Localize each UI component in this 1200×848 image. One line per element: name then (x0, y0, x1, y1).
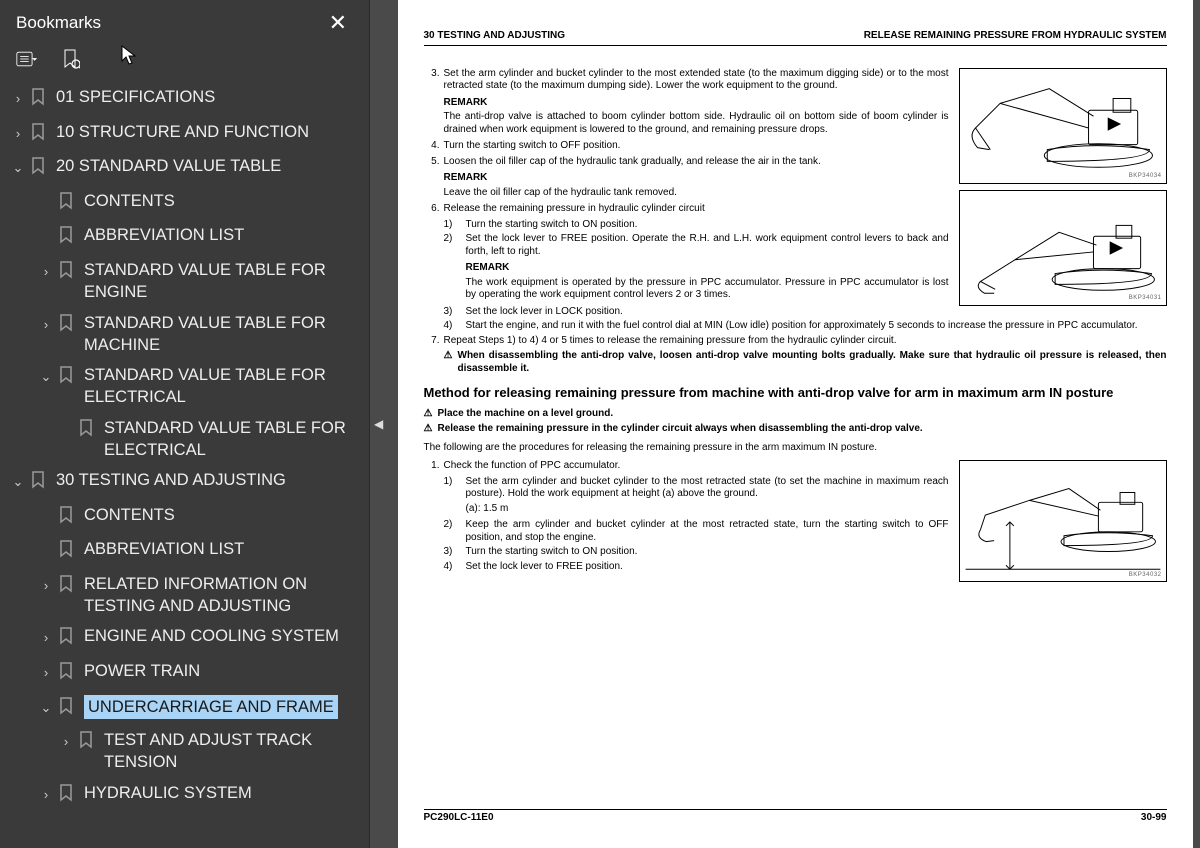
bookmark-icon (58, 540, 76, 565)
page-footer-left: PC290LC-11E0 (424, 812, 494, 825)
panel-divider[interactable]: ◀ (370, 0, 390, 848)
bookmark-label: 10 STRUCTURE AND FUNCTION (56, 121, 309, 143)
bookmark-label: CONTENTS (84, 504, 175, 526)
section-heading: Method for releasing remaining pressure … (424, 385, 1167, 402)
bookmark-item[interactable]: CONTENTS (0, 186, 369, 221)
bookmark-label: HYDRAULIC SYSTEM (84, 782, 252, 804)
chevron-down-icon[interactable]: ⌄ (38, 699, 54, 717)
bookmark-item[interactable]: ABBREVIATION LIST (0, 220, 369, 255)
bookmark-label: UNDERCARRIAGE AND FRAME (84, 695, 338, 719)
bookmark-item[interactable]: › ENGINE AND COOLING SYSTEM (0, 621, 369, 656)
document-page: 30 TESTING AND ADJUSTING RELEASE REMAINI… (398, 0, 1193, 848)
chevron-right-icon[interactable]: › (38, 263, 54, 281)
chevron-down-icon[interactable]: ⌄ (10, 473, 26, 491)
bookmark-item[interactable]: › POWER TRAIN (0, 656, 369, 691)
bookmark-icon (30, 88, 48, 113)
bookmark-label: POWER TRAIN (84, 660, 200, 682)
chevron-right-icon[interactable]: › (38, 786, 54, 804)
figure-2: BKP34031 (959, 190, 1167, 306)
bookmark-label: 20 STANDARD VALUE TABLE (56, 155, 281, 177)
bookmark-icon (58, 314, 76, 339)
bookmark-icon (58, 697, 76, 722)
bookmark-label: RELATED INFORMATION ON TESTING AND ADJUS… (84, 573, 359, 618)
figure-1: BKP34034 (959, 68, 1167, 184)
bookmark-icon (58, 627, 76, 652)
page-footer-right: 30-99 (1141, 812, 1167, 825)
chevron-right-icon[interactable]: › (38, 664, 54, 682)
bookmark-item[interactable]: ⌄ STANDARD VALUE TABLE FOR ELECTRICAL (0, 360, 369, 413)
bookmark-item[interactable]: › 01 SPECIFICATIONS (0, 82, 369, 117)
bookmark-tool-icon[interactable] (60, 50, 82, 68)
bookmark-item[interactable]: ⌄ 20 STANDARD VALUE TABLE (0, 151, 369, 186)
bookmark-label: CONTENTS (84, 190, 175, 212)
bookmark-item[interactable]: ⌄ 30 TESTING AND ADJUSTING (0, 465, 369, 500)
bookmark-icon (58, 784, 76, 809)
bookmark-tree[interactable]: › 01 SPECIFICATIONS › 10 STRUCTURE AND FUNC… (0, 78, 369, 848)
bookmark-label: ABBREVIATION LIST (84, 538, 244, 560)
chevron-right-icon[interactable]: › (38, 316, 54, 334)
bookmark-label: ENGINE AND COOLING SYSTEM (84, 625, 339, 647)
bookmark-item[interactable]: › STANDARD VALUE TABLE FOR MACHINE (0, 308, 369, 361)
bookmark-label: 01 SPECIFICATIONS (56, 86, 215, 108)
bookmark-icon (78, 419, 96, 444)
chevron-right-icon[interactable]: › (38, 577, 54, 595)
bookmark-item[interactable]: › TEST AND ADJUST TRACK TENSION (0, 725, 369, 778)
bookmark-item[interactable]: › RELATED INFORMATION ON TESTING AND ADJU… (0, 569, 369, 622)
bookmark-label: STANDARD VALUE TABLE FOR MACHINE (84, 312, 359, 357)
bookmark-item[interactable]: › STANDARD VALUE TABLE FOR ENGINE (0, 255, 369, 308)
bookmark-item[interactable]: STANDARD VALUE TABLE FOR ELECTRICAL (0, 413, 369, 466)
bookmark-icon (58, 662, 76, 687)
chevron-right-icon[interactable]: › (38, 629, 54, 647)
chevron-right-icon[interactable]: › (58, 733, 74, 751)
chevron-right-icon[interactable]: › (10, 125, 26, 143)
outline-options-icon[interactable] (16, 50, 38, 68)
bookmark-icon (30, 123, 48, 148)
bookmark-icon (58, 575, 76, 600)
bookmark-item[interactable]: CONTENTS (0, 500, 369, 535)
bookmark-item[interactable]: ABBREVIATION LIST (0, 534, 369, 569)
bookmark-item[interactable]: ⌄ UNDERCARRIAGE AND FRAME (0, 691, 369, 726)
chevron-down-icon[interactable]: ⌄ (10, 159, 26, 177)
chevron-right-icon[interactable]: › (10, 90, 26, 108)
sidebar-title: Bookmarks (16, 13, 101, 33)
collapse-arrow-icon[interactable]: ◀ (374, 417, 383, 431)
bookmark-label: STANDARD VALUE TABLE FOR ELECTRICAL (84, 364, 359, 409)
bookmark-item[interactable]: › HYDRAULIC SYSTEM (0, 778, 369, 813)
bookmark-icon (30, 471, 48, 496)
cursor-icon (120, 44, 138, 71)
bookmark-icon (78, 731, 96, 756)
bookmark-icon (30, 157, 48, 182)
bookmark-label: STANDARD VALUE TABLE FOR ENGINE (84, 259, 359, 304)
page-header-right: RELEASE REMAINING PRESSURE FROM HYDRAULI… (864, 30, 1167, 43)
bookmark-label: ABBREVIATION LIST (84, 224, 244, 246)
figure-3: BKP34032 (959, 460, 1167, 582)
document-viewport[interactable]: 30 TESTING AND ADJUSTING RELEASE REMAINI… (390, 0, 1200, 848)
bookmark-label: 30 TESTING AND ADJUSTING (56, 469, 286, 491)
bookmark-icon (58, 506, 76, 531)
chevron-down-icon[interactable]: ⌄ (38, 368, 54, 386)
bookmark-label: STANDARD VALUE TABLE FOR ELECTRICAL (104, 417, 359, 462)
bookmark-icon (58, 261, 76, 286)
bookmark-icon (58, 226, 76, 251)
bookmark-icon (58, 192, 76, 217)
bookmark-item[interactable]: › 10 STRUCTURE AND FUNCTION (0, 117, 369, 152)
bookmark-label: TEST AND ADJUST TRACK TENSION (104, 729, 359, 774)
bookmark-icon (58, 366, 76, 391)
bookmarks-sidebar: Bookmarks ✕ › 01 SPECIFICATIONS › 10 STRUCT… (0, 0, 370, 848)
page-header-left: 30 TESTING AND ADJUSTING (424, 30, 566, 43)
close-icon[interactable]: ✕ (323, 10, 353, 36)
